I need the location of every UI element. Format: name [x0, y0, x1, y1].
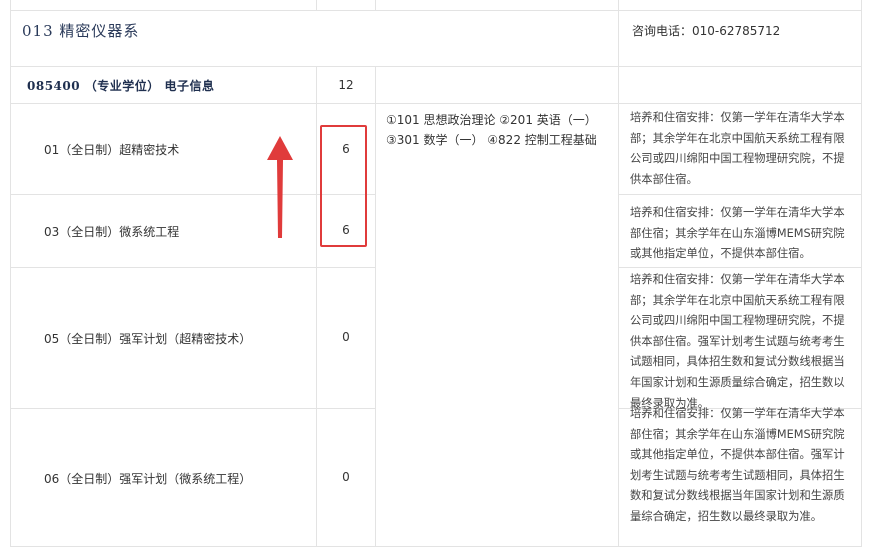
- grid-line: [375, 0, 376, 10]
- grid-line: [618, 0, 619, 547]
- grid-line: [618, 267, 862, 268]
- grid-line: [10, 267, 376, 268]
- department-phone: 咨询电话：010-62785712: [632, 24, 781, 38]
- direction-name: 01（全日制）超精密技术: [44, 143, 180, 157]
- admissions-table: 013 精密仪器系 咨询电话：010-62785712 085400 （专业学位…: [10, 0, 862, 547]
- highlight-box: [320, 125, 367, 247]
- department-title: 013 精密仪器系: [22, 22, 140, 40]
- major-title: 085400 （专业学位） 电子信息: [27, 79, 215, 93]
- exam-subjects-line2: ③301 数学（一） ④822 控制工程基础: [386, 133, 597, 147]
- grid-line: [618, 194, 862, 195]
- direction-note: 培养和住宿安排：仅第一学年在清华大学本部住宿；其余学年在山东淄博MEMS研究院或…: [630, 407, 845, 523]
- grid-line: [316, 0, 317, 10]
- grid-line: [375, 66, 376, 547]
- major-quota: 12: [338, 78, 354, 92]
- direction-note: 培养和住宿安排：仅第一学年在清华大学本部；其余学年在北京中国航天系统工程有限公司…: [630, 273, 845, 410]
- direction-quota: 0: [342, 470, 350, 484]
- direction-quota: 0: [342, 330, 350, 344]
- direction-note: 培养和住宿安排：仅第一学年在清华大学本部；其余学年在北京中国航天系统工程有限公司…: [630, 111, 845, 186]
- grid-line: [10, 0, 11, 547]
- up-arrow-icon: [267, 136, 293, 238]
- direction-name: 06（全日制）强军计划（微系统工程）: [44, 472, 252, 486]
- grid-line: [10, 10, 862, 11]
- grid-line: [861, 0, 862, 547]
- direction-name: 03（全日制）微系统工程: [44, 225, 180, 239]
- exam-subjects-line1: ①101 思想政治理论 ②201 英语（一）: [386, 113, 597, 127]
- direction-name: 05（全日制）强军计划（超精密技术）: [44, 332, 252, 346]
- grid-line: [10, 408, 376, 409]
- grid-line: [10, 103, 862, 104]
- direction-note: 培养和住宿安排：仅第一学年在清华大学本部住宿；其余学年在山东淄博MEMS研究院或…: [630, 206, 845, 261]
- grid-line: [10, 66, 862, 67]
